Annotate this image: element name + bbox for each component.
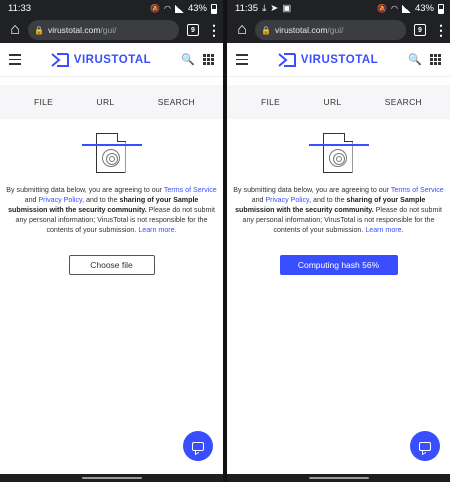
learn-more-link[interactable]: Learn more. (365, 226, 403, 234)
lock-icon[interactable]: 🔒 (34, 26, 44, 35)
home-icon[interactable]: ⌂ (233, 21, 251, 39)
tab-search[interactable]: SEARCH (385, 97, 422, 107)
url-text[interactable]: virustotal.com/gui/ (48, 25, 117, 35)
notice-text: , and to the (82, 196, 120, 204)
status-time: 11:33 (8, 3, 32, 14)
apps-grid-icon[interactable] (430, 54, 441, 65)
logo[interactable]: VIRUSTOTAL (21, 52, 181, 67)
tab-file[interactable]: FILE (261, 97, 280, 107)
right-screenshot: 11:35 ⤓ ➤ ▣ 🔕 ◠ 43% ⌂ 🔒 virustotal.com/g… (227, 0, 450, 482)
battery-percent: 43% (187, 3, 207, 14)
terms-notice: By submitting data below, you are agreei… (6, 185, 217, 235)
upload-tabs: FILE URL SEARCH (227, 85, 450, 119)
upload-file-icon (81, 133, 142, 177)
browser-toolbar: ⌂ 🔒 virustotal.com/gui/ 9 ⋮ (227, 17, 450, 43)
status-icons: 🔕 ◠ 43% (150, 3, 217, 14)
virustotal-logo-icon (278, 52, 296, 67)
hamburger-icon[interactable] (9, 54, 21, 65)
terms-of-service-link[interactable]: Terms of Service (164, 186, 217, 194)
menu-icon[interactable]: ⋮ (207, 23, 221, 37)
signal-icon (401, 4, 411, 13)
privacy-policy-link[interactable]: Privacy Policy (265, 196, 309, 204)
notice-text: By submitting data below, you are agreei… (233, 186, 391, 194)
notice-text: By submitting data below, you are agreei… (6, 186, 164, 194)
tabs-icon[interactable]: 9 (187, 24, 199, 36)
virustotal-page: VIRUSTOTAL 🔍 FILE URL SEARCH By submitti… (0, 43, 223, 474)
status-bar: 11:35 ⤓ ➤ ▣ 🔕 ◠ 43% (227, 0, 450, 17)
image-icon: ▣ (282, 3, 292, 14)
download-icon: ⤓ (262, 3, 267, 14)
tab-file[interactable]: FILE (34, 97, 53, 107)
hamburger-icon[interactable] (236, 54, 248, 65)
terms-of-service-link[interactable]: Terms of Service (391, 186, 444, 194)
status-time: 11:35 (235, 3, 259, 14)
address-bar[interactable]: 🔒 virustotal.com/gui/ (255, 20, 406, 40)
battery-icon (438, 3, 444, 14)
logo-text: VIRUSTOTAL (300, 53, 379, 66)
choose-file-button[interactable]: Choose file (68, 255, 155, 275)
home-handle[interactable] (81, 477, 142, 479)
site-header: VIRUSTOTAL 🔍 (0, 43, 223, 77)
browser-toolbar: ⌂ 🔒 virustotal.com/gui/ 9 ⋮ (0, 17, 223, 43)
logo[interactable]: VIRUSTOTAL (248, 52, 408, 67)
home-icon[interactable]: ⌂ (6, 21, 24, 39)
privacy-policy-link[interactable]: Privacy Policy (38, 196, 82, 204)
lock-icon[interactable]: 🔒 (261, 26, 271, 35)
status-time-group: 11:35 ⤓ ➤ ▣ (235, 3, 377, 14)
search-icon[interactable]: 🔍 (408, 53, 422, 66)
terms-notice: By submitting data below, you are agreei… (233, 185, 444, 235)
tab-search[interactable]: SEARCH (158, 97, 195, 107)
status-bar: 11:33 🔕 ◠ 43% (0, 0, 223, 17)
virustotal-page: VIRUSTOTAL 🔍 FILE URL SEARCH By submitti… (227, 43, 450, 474)
chat-button[interactable] (183, 431, 213, 461)
chat-icon (419, 441, 431, 451)
tab-url[interactable]: URL (324, 97, 342, 107)
url-path: /gui/ (327, 25, 344, 35)
chat-icon (192, 441, 204, 451)
wifi-icon: ◠ (164, 4, 171, 13)
url-path: /gui/ (100, 25, 117, 35)
mute-icon: 🔕 (150, 4, 160, 13)
wifi-icon: ◠ (391, 4, 398, 13)
battery-percent: 43% (414, 3, 434, 14)
learn-more-link[interactable]: Learn more. (138, 226, 176, 234)
gesture-bar (0, 474, 223, 482)
gesture-bar (227, 474, 450, 482)
mute-icon: 🔕 (377, 4, 387, 13)
status-icons: 🔕 ◠ 43% (377, 3, 444, 14)
virustotal-logo-icon (51, 52, 69, 67)
apps-grid-icon[interactable] (203, 54, 214, 65)
url-domain: virustotal.com (47, 25, 101, 35)
upload-tabs: FILE URL SEARCH (0, 85, 223, 119)
menu-icon[interactable]: ⋮ (434, 23, 448, 37)
signal-icon (174, 4, 184, 13)
tabs-icon[interactable]: 9 (414, 24, 426, 36)
tab-url[interactable]: URL (97, 97, 115, 107)
address-bar[interactable]: 🔒 virustotal.com/gui/ (28, 20, 179, 40)
notice-text: and (251, 196, 266, 204)
url-domain: virustotal.com (274, 25, 328, 35)
left-screenshot: 11:33 🔕 ◠ 43% ⌂ 🔒 virustotal.com/gui/ 9 … (0, 0, 223, 482)
battery-icon (211, 3, 217, 14)
notice-text: and (24, 196, 39, 204)
url-text[interactable]: virustotal.com/gui/ (275, 25, 344, 35)
notice-text: , and to the (309, 196, 347, 204)
search-icon[interactable]: 🔍 (181, 53, 195, 66)
telegram-icon: ➤ (270, 3, 279, 14)
computing-hash-button[interactable]: Computing hash 56% (279, 255, 398, 275)
site-header: VIRUSTOTAL 🔍 (227, 43, 450, 77)
home-handle[interactable] (308, 477, 369, 479)
chat-button[interactable] (410, 431, 440, 461)
upload-file-icon (308, 133, 369, 177)
logo-text: VIRUSTOTAL (73, 53, 152, 66)
